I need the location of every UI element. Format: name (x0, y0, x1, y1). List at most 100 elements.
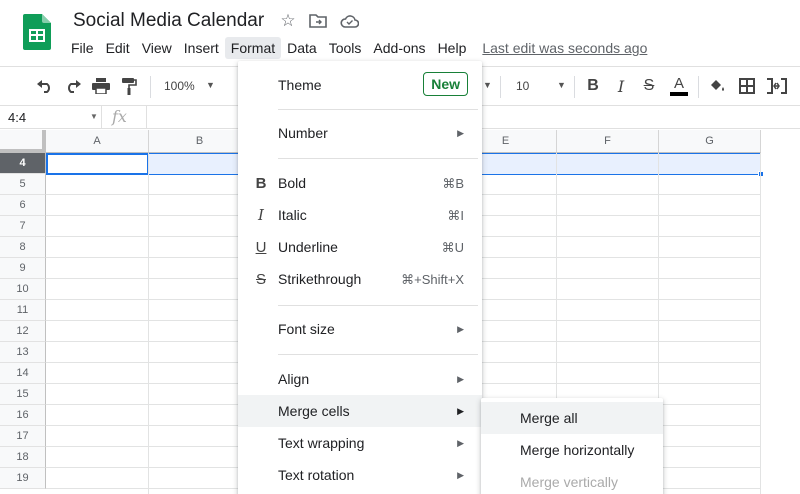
menu-tools[interactable]: Tools (323, 37, 368, 59)
row-header[interactable]: 10 (0, 279, 46, 300)
row-header[interactable]: 9 (0, 258, 46, 279)
menu-item-italic[interactable]: I Italic ⌘I (238, 199, 482, 231)
column-header[interactable]: A (46, 130, 149, 153)
fill-color-icon[interactable] (706, 75, 728, 97)
menu-item-label: Italic (278, 207, 307, 223)
menu-item-theme[interactable]: Theme New (238, 69, 482, 101)
move-to-folder-icon[interactable] (308, 11, 328, 31)
bold-icon: B (255, 174, 267, 192)
select-all-corner[interactable] (0, 130, 46, 153)
italic-icon[interactable]: I (610, 75, 632, 97)
menu-item-underline[interactable]: U Underline ⌘U (238, 231, 482, 263)
menu-bar: File Edit View Insert Format Data Tools … (65, 36, 647, 60)
row-header[interactable]: 8 (0, 237, 46, 258)
menu-item-number[interactable]: Number ▶ (238, 117, 482, 149)
font-dropdown-icon[interactable]: ▼ (483, 80, 492, 90)
row-header[interactable]: 7 (0, 216, 46, 237)
menu-file[interactable]: File (65, 37, 100, 59)
menu-item-label: Font size (278, 321, 335, 337)
menu-separator (278, 158, 478, 159)
redo-icon[interactable] (62, 75, 84, 97)
active-cell[interactable] (46, 153, 149, 175)
row-header[interactable]: 14 (0, 363, 46, 384)
undo-icon[interactable] (34, 75, 56, 97)
toolbar-separator (150, 76, 151, 98)
menu-item-label: Strikethrough (278, 271, 362, 287)
toolbar-separator (500, 76, 501, 98)
menu-separator (278, 354, 478, 355)
menu-item-merge-all[interactable]: Merge all (481, 402, 663, 434)
menu-help[interactable]: Help (432, 37, 473, 59)
bold-icon[interactable]: B (582, 75, 604, 97)
submenu-arrow-icon: ▶ (457, 324, 464, 334)
submenu-arrow-icon: ▶ (457, 438, 464, 448)
italic-icon: I (258, 206, 264, 224)
menu-item-label: Merge vertically (520, 474, 619, 490)
menu-item-label: Merge all (520, 410, 578, 426)
column-header[interactable]: F (557, 130, 659, 153)
menu-separator (278, 305, 478, 306)
print-icon[interactable] (90, 75, 112, 97)
menu-item-merge-vertically: Merge vertically (481, 466, 663, 494)
menu-item-bold[interactable]: B Bold ⌘B (238, 167, 482, 199)
document-title[interactable]: Social Media Calendar (73, 10, 264, 32)
submenu-arrow-icon: ▶ (457, 406, 464, 416)
menu-item-label: Number (278, 125, 328, 141)
shortcut-text: ⌘+Shift+X (401, 272, 464, 287)
last-edit-link[interactable]: Last edit was seconds ago (482, 40, 647, 56)
menu-format[interactable]: Format (224, 37, 282, 59)
row-header[interactable]: 6 (0, 195, 46, 216)
menu-item-font-size[interactable]: Font size ▶ (238, 313, 482, 345)
zoom-dropdown-icon[interactable]: ▼ (206, 80, 215, 90)
font-size-dropdown-icon[interactable]: ▼ (557, 80, 566, 90)
name-box[interactable]: 4:4 (0, 106, 102, 128)
menu-item-label: Merge horizontally (520, 442, 635, 458)
menu-item-label: Text wrapping (278, 435, 365, 451)
row-header[interactable]: 4 (0, 153, 46, 174)
paint-format-icon[interactable] (118, 75, 140, 97)
borders-icon[interactable] (736, 75, 758, 97)
menu-item-text-wrapping[interactable]: Text wrapping ▶ (238, 427, 482, 459)
row-header[interactable]: 15 (0, 384, 46, 405)
menu-edit[interactable]: Edit (100, 37, 136, 59)
row-header[interactable]: 19 (0, 468, 46, 489)
menu-item-label: Merge cells (278, 403, 350, 419)
row-header[interactable]: 12 (0, 321, 46, 342)
row-header[interactable]: 17 (0, 426, 46, 447)
menu-item-merge-horizontally[interactable]: Merge horizontally (481, 434, 663, 466)
row-header[interactable]: 5 (0, 174, 46, 195)
fill-handle[interactable] (758, 171, 764, 177)
zoom-select[interactable]: 100% (164, 79, 195, 93)
shortcut-text: ⌘B (442, 176, 464, 191)
star-icon[interactable]: ☆ (278, 11, 298, 31)
submenu-arrow-icon: ▶ (457, 128, 464, 138)
menu-view[interactable]: View (136, 37, 178, 59)
font-size-select[interactable]: 10 (516, 79, 529, 93)
menu-item-merge-cells[interactable]: Merge cells ▶ (238, 395, 482, 427)
menu-item-align[interactable]: Align ▶ (238, 363, 482, 395)
menu-data[interactable]: Data (281, 37, 323, 59)
column-header[interactable]: B (149, 130, 251, 153)
toolbar-separator (698, 76, 699, 98)
name-box-dropdown-icon[interactable]: ▼ (90, 112, 98, 121)
toolbar-separator (574, 76, 575, 98)
fx-icon: fx (112, 107, 127, 126)
menu-item-label: Underline (278, 239, 338, 255)
row-header[interactable]: 16 (0, 405, 46, 426)
menu-item-label: Bold (278, 175, 307, 191)
menu-separator (278, 109, 478, 110)
google-sheets-logo-icon[interactable] (23, 14, 51, 50)
row-header[interactable]: 13 (0, 342, 46, 363)
menu-item-text-rotation[interactable]: Text rotation ▶ (238, 459, 482, 491)
menu-item-label: Theme (278, 77, 322, 93)
column-header[interactable]: G (659, 130, 761, 153)
row-header[interactable]: 11 (0, 300, 46, 321)
row-header[interactable]: 18 (0, 447, 46, 468)
menu-item-strikethrough[interactable]: S Strikethrough ⌘+Shift+X (238, 263, 482, 295)
menu-insert[interactable]: Insert (178, 37, 225, 59)
menu-add-ons[interactable]: Add-ons (367, 37, 431, 59)
text-color-icon[interactable]: A (668, 75, 690, 97)
cloud-status-icon[interactable] (339, 11, 359, 31)
merge-icon[interactable] (766, 75, 788, 97)
strikethrough-icon[interactable]: S (638, 75, 660, 97)
